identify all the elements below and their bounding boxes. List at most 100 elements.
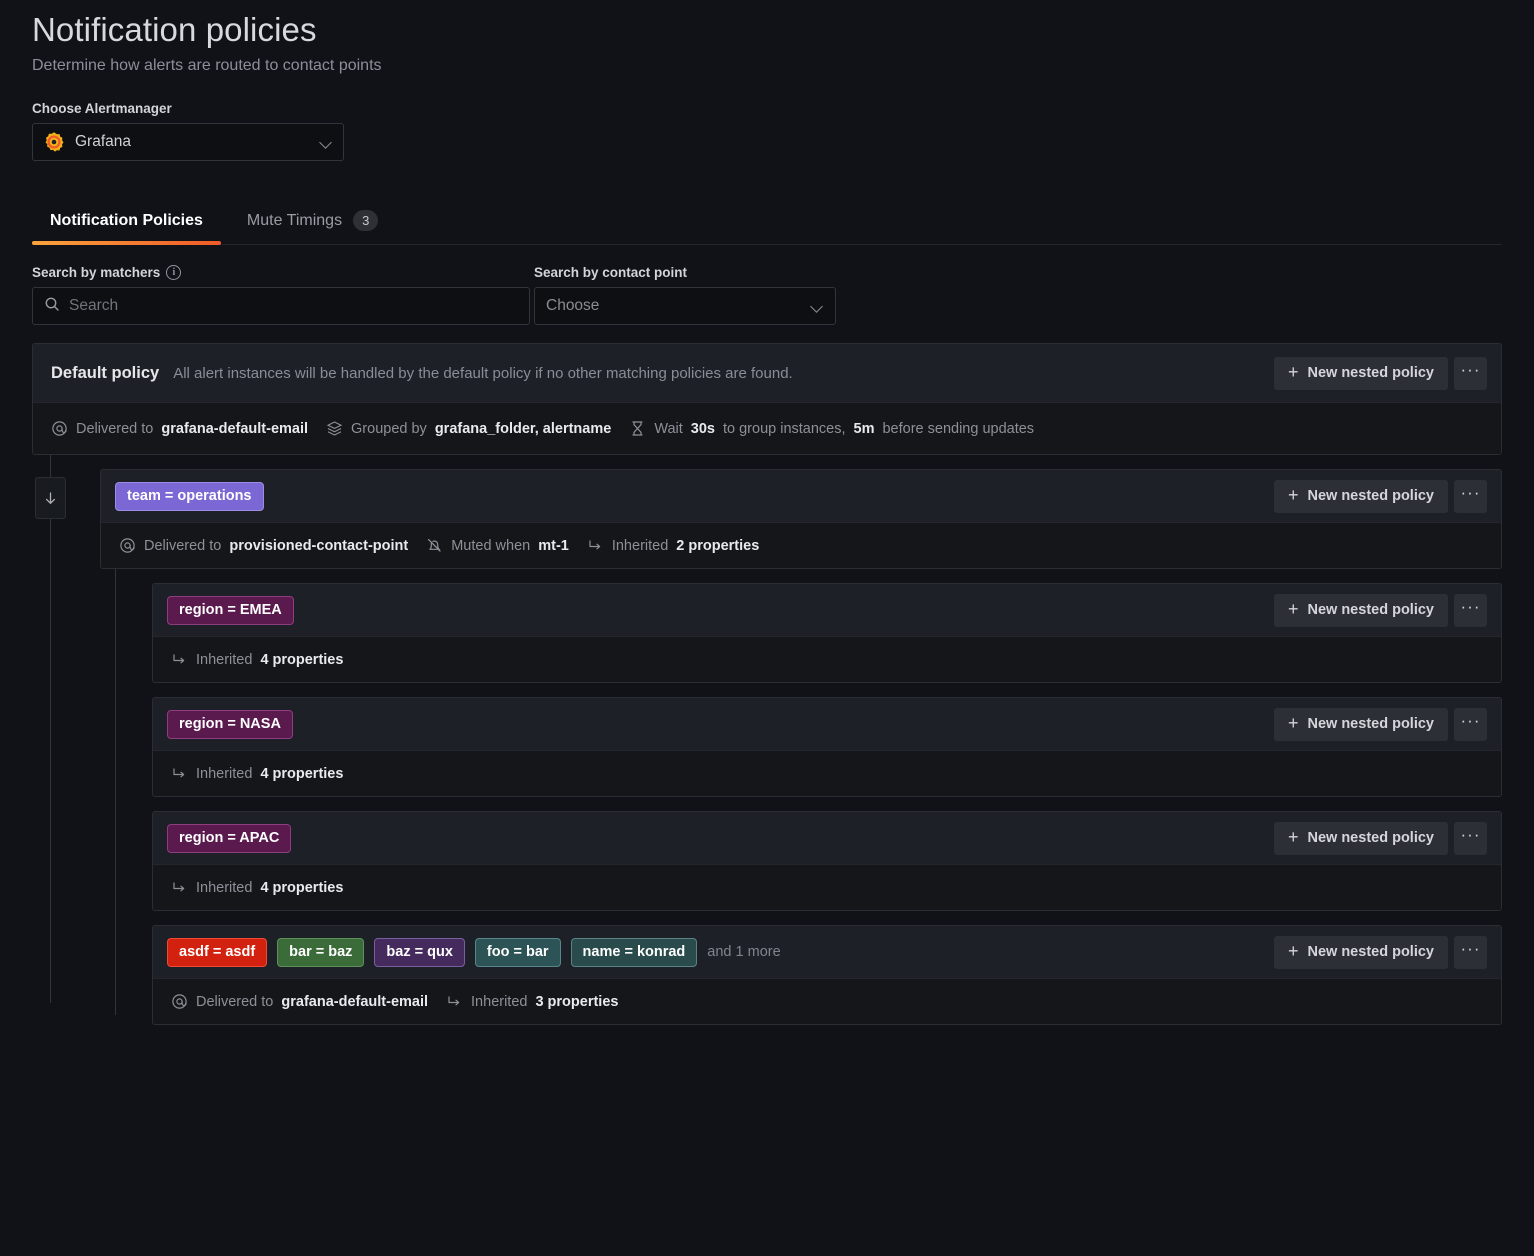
- meta-label: Muted when: [451, 538, 530, 554]
- matcher-chip[interactable]: bar = baz: [277, 938, 364, 967]
- matcher-chip-row: region = APAC: [167, 824, 291, 853]
- more-options-button[interactable]: ···: [1454, 708, 1487, 741]
- child-policies-container: team = operations + New nested policy ··…: [32, 455, 1502, 1025]
- grafana-logo-icon: [43, 131, 65, 153]
- policy-actions: + New nested policy ···: [1274, 822, 1487, 855]
- policy-actions: + New nested policy ···: [1274, 936, 1487, 969]
- meta-label: Inherited: [196, 652, 252, 668]
- page-subtitle: Determine how alerts are routed to conta…: [32, 55, 1502, 77]
- matchers-filter-label: Search by matchers i: [32, 265, 530, 280]
- more-options-button[interactable]: ···: [1454, 936, 1487, 969]
- more-options-button[interactable]: ···: [1454, 480, 1487, 513]
- policy-tree: Default policy All alert instances will …: [32, 343, 1502, 1025]
- new-nested-policy-button[interactable]: + New nested policy: [1274, 708, 1448, 741]
- plus-icon: +: [1288, 714, 1299, 732]
- search-input[interactable]: [69, 297, 518, 315]
- meta-delivered-to: Delivered to grafana-default-email: [51, 420, 308, 437]
- search-input-wrapper[interactable]: [32, 287, 530, 325]
- inherit-arrow-icon: [446, 993, 463, 1010]
- meta-inherited: Inherited 3 properties: [446, 993, 618, 1010]
- meta-value: 4 properties: [260, 652, 343, 668]
- new-nested-policy-label: New nested policy: [1307, 365, 1434, 381]
- new-nested-policy-button[interactable]: + New nested policy: [1274, 480, 1448, 513]
- matcher-chip[interactable]: baz = qux: [374, 938, 464, 967]
- more-options-button[interactable]: ···: [1454, 357, 1487, 390]
- contact-point-value: Choose: [546, 297, 802, 315]
- policy-actions: + New nested policy ···: [1274, 480, 1487, 513]
- mute-bell-icon: [426, 537, 443, 554]
- matchers-filter-label-text: Search by matchers: [32, 265, 160, 280]
- meta-label: Inherited: [196, 880, 252, 896]
- new-nested-policy-button[interactable]: + New nested policy: [1274, 822, 1448, 855]
- more-options-button[interactable]: ···: [1454, 822, 1487, 855]
- matchers-filter: Search by matchers i: [32, 265, 530, 325]
- meta-muted-when: Muted when mt-1: [426, 537, 569, 554]
- policy-meta: Inherited 4 properties: [153, 636, 1501, 682]
- new-nested-policy-button[interactable]: + New nested policy: [1274, 594, 1448, 627]
- policy-meta: Inherited 4 properties: [153, 750, 1501, 796]
- meta-value: grafana-default-email: [281, 994, 428, 1010]
- meta-grouped-label: Grouped by: [351, 421, 427, 437]
- plus-icon: +: [1288, 942, 1299, 960]
- contact-point-select[interactable]: Choose: [534, 287, 836, 325]
- plus-icon: +: [1288, 363, 1299, 381]
- policy-card-region-emea: region = EMEA + New nested policy ···: [152, 583, 1502, 683]
- at-icon: [171, 993, 188, 1010]
- meta-value: 3 properties: [535, 994, 618, 1010]
- search-icon: [44, 296, 60, 317]
- policy-header: region = EMEA + New nested policy ···: [153, 584, 1501, 636]
- new-nested-policy-label: New nested policy: [1307, 488, 1434, 504]
- default-policy-meta: Delivered to grafana-default-email Group…: [33, 402, 1501, 454]
- meta-inherited: Inherited 4 properties: [171, 765, 343, 782]
- default-policy-card: Default policy All alert instances will …: [32, 343, 1502, 455]
- collapse-arrow-button[interactable]: [35, 477, 66, 519]
- matcher-chip[interactable]: name = konrad: [571, 938, 698, 967]
- new-nested-policy-label: New nested policy: [1307, 944, 1434, 960]
- meta-label: Delivered to: [144, 538, 221, 554]
- tab-notification-policies-label: Notification Policies: [50, 211, 203, 231]
- new-nested-policy-button[interactable]: + New nested policy: [1274, 936, 1448, 969]
- default-policy-actions: + New nested policy ···: [1274, 357, 1487, 390]
- meta-timing: Wait 30s to group instances, 5m before s…: [629, 420, 1034, 437]
- meta-grouped-value: grafana_folder, alertname: [435, 421, 612, 437]
- info-circle-icon[interactable]: i: [166, 265, 181, 280]
- matcher-chip[interactable]: region = EMEA: [167, 596, 294, 625]
- alertmanager-value: Grafana: [75, 133, 310, 151]
- meta-update-value: 5m: [854, 421, 875, 437]
- contact-point-filter: Search by contact point Choose: [534, 265, 836, 325]
- new-nested-policy-label: New nested policy: [1307, 716, 1434, 732]
- new-nested-policy-button[interactable]: + New nested policy: [1274, 357, 1448, 390]
- matcher-chip-row: region = EMEA: [167, 596, 294, 625]
- matcher-chip-row: asdf = asdf bar = baz baz = qux foo = ba…: [167, 938, 781, 967]
- plus-icon: +: [1288, 828, 1299, 846]
- matcher-chip[interactable]: region = APAC: [167, 824, 291, 853]
- meta-wait-label: Wait: [654, 421, 682, 437]
- tree-connector-line: [50, 455, 51, 1003]
- meta-value: 4 properties: [260, 766, 343, 782]
- policy-meta: Delivered to grafana-default-email Inher…: [153, 978, 1501, 1024]
- plus-icon: +: [1288, 486, 1299, 504]
- tab-notification-policies[interactable]: Notification Policies: [32, 211, 221, 244]
- hourglass-icon: [629, 420, 646, 437]
- matcher-chip-row: region = NASA: [167, 710, 293, 739]
- policy-card-team-operations: team = operations + New nested policy ··…: [100, 469, 1502, 569]
- meta-grouped-by: Grouped by grafana_folder, alertname: [326, 420, 611, 437]
- alertmanager-select[interactable]: Grafana: [32, 123, 344, 161]
- filter-bar: Search by matchers i Search by contact p…: [32, 265, 1502, 325]
- tab-mute-timings-label: Mute Timings: [247, 211, 342, 231]
- alertmanager-label: Choose Alertmanager: [32, 101, 1502, 116]
- tab-mute-timings[interactable]: Mute Timings 3: [229, 210, 396, 244]
- meta-value: 4 properties: [260, 880, 343, 896]
- chevron-down-icon: [320, 136, 333, 149]
- more-options-button[interactable]: ···: [1454, 594, 1487, 627]
- matcher-chip[interactable]: team = operations: [115, 482, 264, 511]
- policy-actions: + New nested policy ···: [1274, 708, 1487, 741]
- meta-update-suffix: before sending updates: [882, 421, 1034, 437]
- matcher-chip[interactable]: foo = bar: [475, 938, 561, 967]
- meta-label: Inherited: [471, 994, 527, 1010]
- matcher-chip[interactable]: asdf = asdf: [167, 938, 267, 967]
- matcher-chip[interactable]: region = NASA: [167, 710, 293, 739]
- new-nested-policy-label: New nested policy: [1307, 602, 1434, 618]
- meta-wait-value: 30s: [691, 421, 715, 437]
- meta-inherited: Inherited 2 properties: [587, 537, 759, 554]
